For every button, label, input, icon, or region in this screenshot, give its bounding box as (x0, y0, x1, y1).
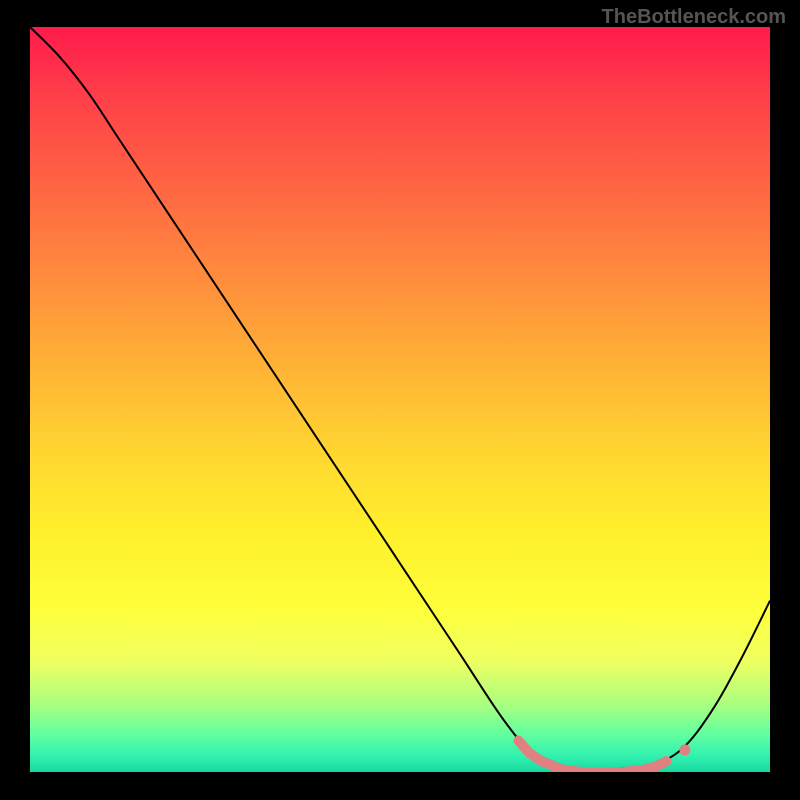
bottleneck-curve (30, 27, 770, 769)
attribution-text: TheBottleneck.com (602, 6, 786, 29)
plot-frame: TheBottleneck.com (0, 0, 800, 800)
chart-svg (30, 27, 770, 772)
optimal-outlier-dot (679, 744, 690, 755)
plot-area (30, 27, 770, 772)
optimal-range-band (518, 741, 666, 772)
